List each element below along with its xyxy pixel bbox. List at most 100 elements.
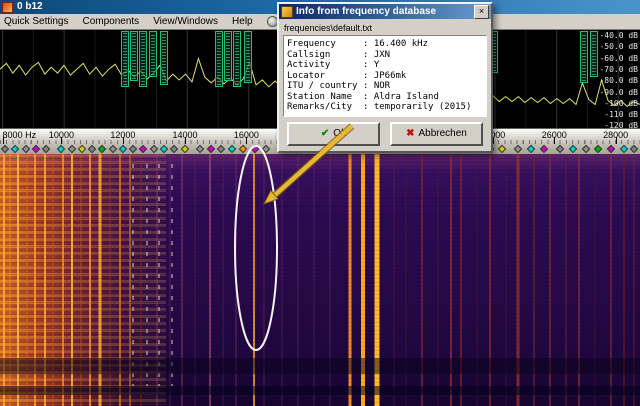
frequency-marker-diamond[interactable] bbox=[160, 144, 168, 152]
freq-label-8000-hz: 8000 Hz bbox=[3, 130, 37, 140]
frequency-marker-diamond[interactable] bbox=[581, 144, 589, 152]
app-icon bbox=[2, 2, 13, 13]
db-field-row: Activity: Y bbox=[287, 60, 483, 71]
frequency-marker-diamond[interactable] bbox=[181, 144, 189, 152]
frequency-marker-diamond[interactable] bbox=[227, 144, 235, 152]
frequency-marker-diamond[interactable] bbox=[594, 144, 602, 152]
db-field-label: Locator bbox=[287, 71, 363, 82]
frequency-marker-diamond[interactable] bbox=[217, 144, 225, 152]
db-field-value: : JXN bbox=[363, 50, 390, 60]
frequency-marker-diamond[interactable] bbox=[569, 144, 577, 152]
frequency-marker-diamond[interactable] bbox=[629, 144, 637, 152]
frequency-marker-diamond[interactable] bbox=[607, 144, 615, 152]
menu-item-view-windows[interactable]: View/Windows bbox=[153, 16, 218, 27]
db-field-row: ITU / country: NOR bbox=[287, 81, 483, 92]
db-field-value: : 16.400 kHz bbox=[363, 39, 428, 49]
frequency-marker-diamond[interactable] bbox=[514, 144, 522, 152]
frequency-marker-diamond[interactable] bbox=[119, 144, 127, 152]
db-field-row: Locator: JP66mk bbox=[287, 71, 483, 82]
db-field-label: ITU / country bbox=[287, 81, 363, 92]
db-field-row: Station Name: Aldra Island bbox=[287, 92, 483, 103]
frequency-info-box: Frequency: 16.400 kHzCallsign: JXNActivi… bbox=[283, 35, 487, 117]
frequency-marker-diamond[interactable] bbox=[239, 144, 247, 152]
menu-item-help[interactable]: Help bbox=[232, 16, 253, 27]
major-tick bbox=[246, 137, 247, 144]
frequency-marker-diamond[interactable] bbox=[21, 144, 29, 152]
frequency-marker-diamond[interactable] bbox=[149, 144, 157, 152]
major-tick bbox=[61, 137, 62, 144]
station-marker[interactable] bbox=[224, 31, 232, 81]
dialog-buttons: ✔ Ok ✖ Abbrechen bbox=[283, 122, 487, 146]
db-field-value: : Aldra Island bbox=[363, 92, 439, 102]
station-marker[interactable] bbox=[244, 31, 252, 83]
waterfall-scanlines bbox=[0, 154, 640, 406]
station-marker[interactable] bbox=[590, 31, 598, 77]
check-icon: ✔ bbox=[321, 128, 329, 139]
frequency-marker-diamond[interactable] bbox=[527, 144, 535, 152]
frequency-marker-diamond[interactable] bbox=[67, 144, 75, 152]
db-field-value: : JP66mk bbox=[363, 71, 406, 81]
indicator-button[interactable] bbox=[267, 16, 278, 27]
waterfall-display[interactable] bbox=[0, 154, 640, 406]
db-field-value: : Y bbox=[363, 60, 379, 70]
window-title: 0 b12 bbox=[17, 0, 43, 14]
station-marker[interactable] bbox=[580, 31, 588, 83]
ok-button-label: Ok bbox=[333, 128, 346, 139]
frequency-marker-diamond[interactable] bbox=[57, 144, 65, 152]
station-marker[interactable] bbox=[130, 31, 138, 81]
app-window: 0 b12 Quick Settings Components View/Windo… bbox=[0, 0, 640, 406]
frequency-marker-diamond[interactable] bbox=[108, 144, 116, 152]
frequency-marker-diamond[interactable] bbox=[207, 144, 215, 152]
ok-button[interactable]: ✔ Ok bbox=[287, 122, 380, 146]
frequency-marker-diamond[interactable] bbox=[88, 144, 96, 152]
db-field-label: Callsign bbox=[287, 50, 363, 61]
menu-item-quick-settings[interactable]: Quick Settings bbox=[4, 16, 68, 27]
dialog-icon bbox=[281, 6, 293, 18]
frequency-marker-diamond[interactable] bbox=[620, 144, 628, 152]
database-file-label: frequencies\default.txt bbox=[284, 23, 487, 33]
station-marker[interactable] bbox=[121, 31, 129, 87]
frequency-marker-diamond[interactable] bbox=[250, 144, 258, 152]
menu-item-components[interactable]: Components bbox=[82, 16, 139, 27]
station-marker[interactable] bbox=[160, 31, 168, 85]
close-icon[interactable]: × bbox=[474, 5, 489, 19]
frequency-marker-diamond[interactable] bbox=[129, 144, 137, 152]
db-scale-label: -100 dB bbox=[604, 100, 638, 108]
station-marker[interactable] bbox=[215, 31, 223, 87]
cancel-button-label: Abbrechen bbox=[419, 128, 467, 139]
frequency-marker-diamond[interactable] bbox=[42, 144, 50, 152]
db-field-label: Station Name bbox=[287, 92, 363, 103]
x-icon: ✖ bbox=[406, 128, 414, 139]
db-field-row: Callsign: JXN bbox=[287, 50, 483, 61]
station-marker[interactable] bbox=[233, 31, 241, 87]
db-field-label: Remarks/City bbox=[287, 102, 363, 113]
frequency-marker-diamond[interactable] bbox=[98, 144, 106, 152]
db-field-value: : temporarily (2015) bbox=[363, 102, 471, 112]
db-scale-label: -80.0 dB bbox=[599, 77, 638, 85]
station-marker[interactable] bbox=[139, 31, 147, 87]
station-marker[interactable] bbox=[149, 31, 157, 77]
frequency-marker-diamond[interactable] bbox=[261, 144, 269, 152]
frequency-marker-diamond[interactable] bbox=[1, 144, 9, 152]
frequency-marker-diamond[interactable] bbox=[32, 144, 40, 152]
frequency-marker-diamond[interactable] bbox=[139, 144, 147, 152]
major-tick bbox=[185, 137, 186, 144]
major-tick bbox=[123, 137, 124, 144]
frequency-marker-diamond[interactable] bbox=[170, 144, 178, 152]
db-scale-label: -50.0 dB bbox=[599, 43, 638, 51]
frequency-marker-diamond[interactable] bbox=[78, 144, 86, 152]
dialog-titlebar[interactable]: Info from frequency database × bbox=[279, 4, 491, 19]
db-scale-label: -40.0 dB bbox=[599, 32, 638, 40]
frequency-marker-diamond[interactable] bbox=[11, 144, 19, 152]
major-tick bbox=[554, 137, 555, 144]
db-field-value: : NOR bbox=[363, 81, 390, 91]
frequency-marker-diamond[interactable] bbox=[498, 144, 506, 152]
db-scale-label: -60.0 dB bbox=[599, 55, 638, 63]
frequency-marker-diamond[interactable] bbox=[195, 144, 203, 152]
dialog-body: frequencies\default.txt Frequency: 16.40… bbox=[279, 19, 491, 151]
info-dialog: Info from frequency database × frequenci… bbox=[277, 2, 493, 153]
frequency-marker-diamond[interactable] bbox=[556, 144, 564, 152]
db-field-row: Remarks/City: temporarily (2015) bbox=[287, 102, 483, 113]
cancel-button[interactable]: ✖ Abbrechen bbox=[390, 122, 483, 146]
frequency-marker-diamond[interactable] bbox=[540, 144, 548, 152]
